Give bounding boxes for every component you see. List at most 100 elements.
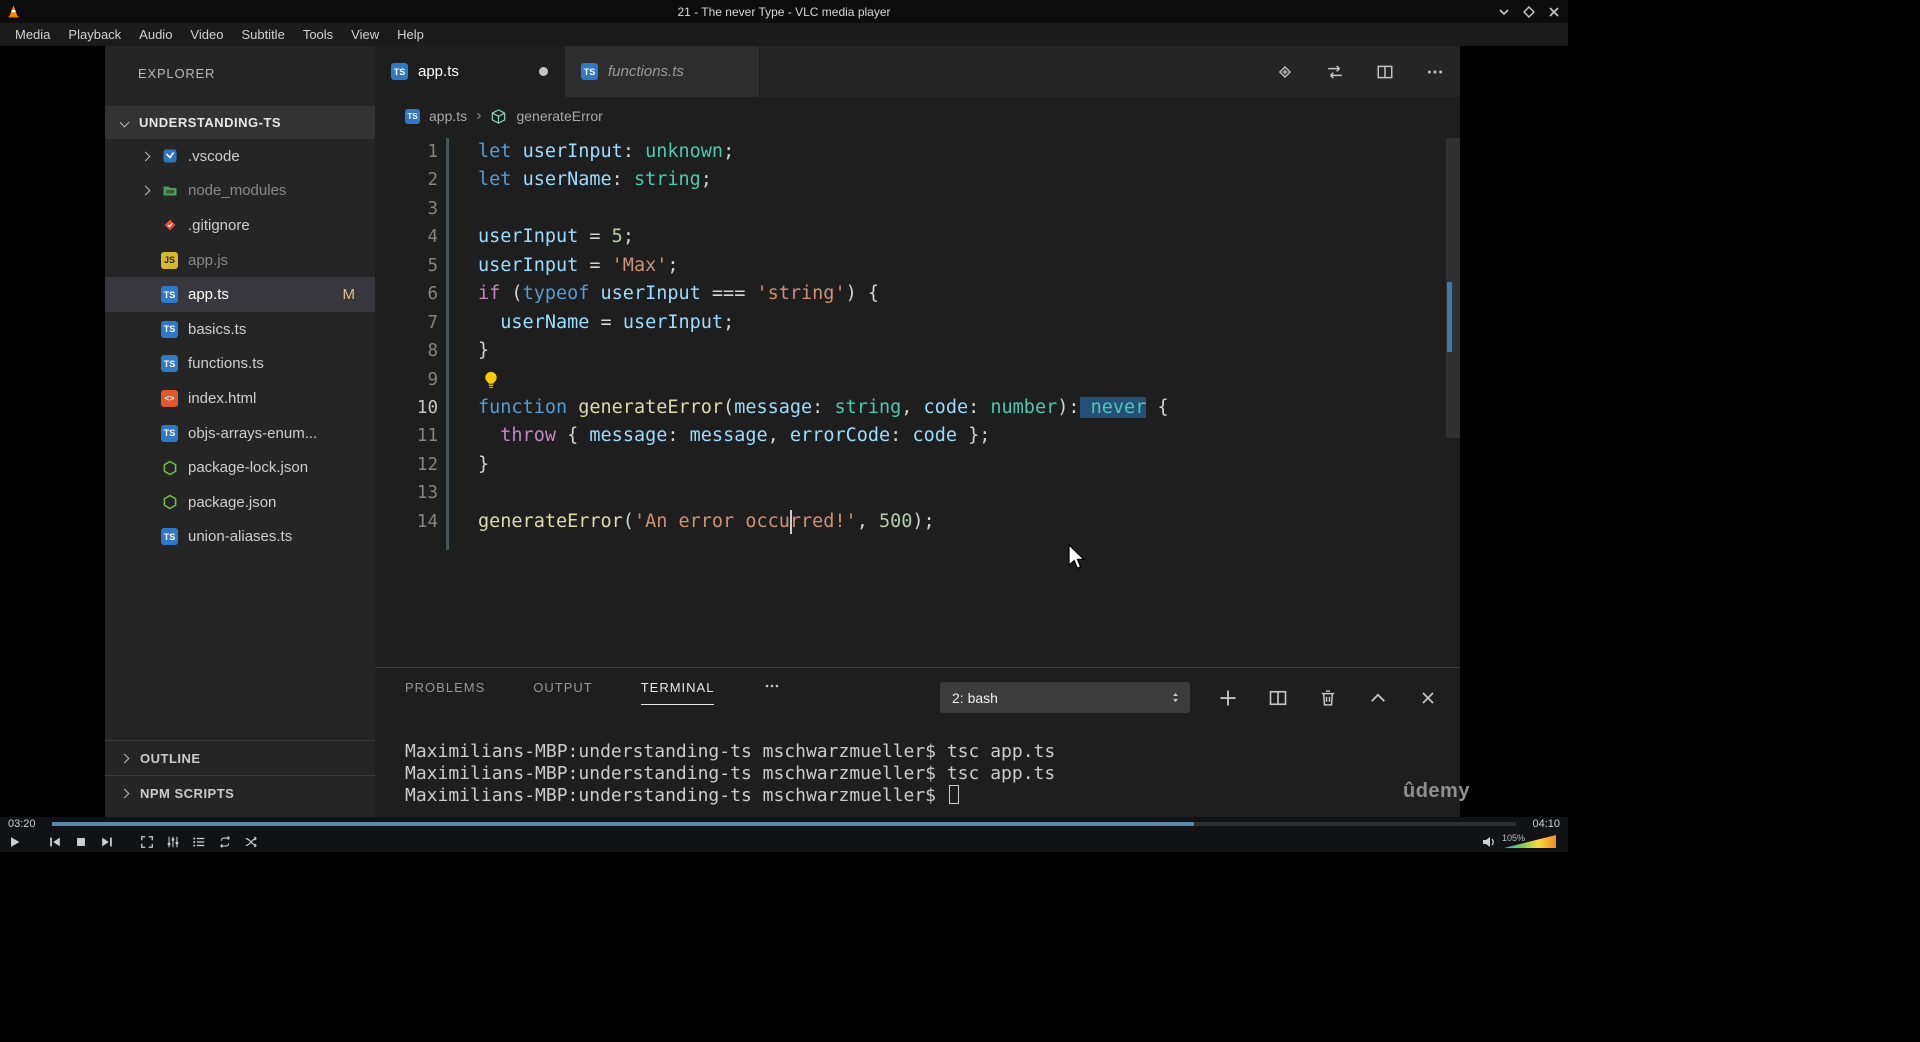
- vlc-controls: 105%: [0, 831, 1568, 852]
- panel-tab-output[interactable]: OUTPUT: [533, 680, 592, 704]
- editor-tab-app.ts[interactable]: TS app.ts: [375, 46, 565, 97]
- file-.vscode[interactable]: .vscode: [105, 139, 375, 174]
- split-editor-icon[interactable]: [1376, 63, 1394, 81]
- code-line-9[interactable]: 9: [375, 366, 1446, 394]
- kill-terminal-icon[interactable]: [1318, 688, 1338, 708]
- code-line-6[interactable]: 6 if (typeof userInput === 'string') {: [375, 280, 1446, 308]
- file-app.js[interactable]: JS app.js: [105, 243, 375, 278]
- video-area[interactable]: EXPLORER UNDERSTANDING-TS .vscode node_mo…: [0, 46, 1568, 817]
- compare-icon[interactable]: [1326, 63, 1344, 81]
- file-index.html[interactable]: <> index.html: [105, 381, 375, 416]
- sidebar-sections: OUTLINE NPM SCRIPTS: [105, 740, 375, 810]
- code-line-7[interactable]: 7 userName = userInput;: [375, 309, 1446, 337]
- loop-button[interactable]: [214, 832, 236, 851]
- code-line-10[interactable]: 10 function generateError(message: string…: [375, 394, 1446, 422]
- maximize-panel-icon[interactable]: [1368, 688, 1388, 708]
- open-changes-icon[interactable]: [1276, 63, 1294, 81]
- fullscreen-button[interactable]: [136, 832, 158, 851]
- play-button[interactable]: [4, 832, 26, 851]
- lightbulb-icon[interactable]: [481, 370, 501, 390]
- udemy-watermark: ûdemy: [1403, 780, 1470, 802]
- breadcrumb-symbol[interactable]: generateError: [516, 108, 602, 124]
- more-actions-icon[interactable]: [1426, 63, 1444, 81]
- panel-tab-problems[interactable]: PROBLEMS: [405, 680, 485, 704]
- node-file-icon: [161, 494, 178, 511]
- editor-tab-functions.ts[interactable]: TS functions.ts: [565, 46, 760, 97]
- unsaved-dot-icon[interactable]: [539, 67, 548, 76]
- previous-button[interactable]: [44, 832, 66, 851]
- random-button[interactable]: [240, 832, 262, 851]
- code-text: generateError('An error occurred!', 500)…: [478, 510, 935, 532]
- menu-video[interactable]: Video: [181, 23, 232, 46]
- file-node-modules[interactable]: node_modules: [105, 174, 375, 209]
- playlist-button[interactable]: [188, 832, 210, 851]
- menu-view[interactable]: View: [342, 23, 388, 46]
- code-line-11[interactable]: 11 throw { message: message, errorCode: …: [375, 422, 1446, 450]
- next-button[interactable]: [96, 832, 118, 851]
- stop-button[interactable]: [70, 832, 92, 851]
- select-arrows-icon: [1169, 690, 1182, 705]
- code-line-8[interactable]: 8}: [375, 337, 1446, 365]
- menu-playback[interactable]: Playback: [59, 23, 130, 46]
- menu-media[interactable]: Media: [6, 23, 59, 46]
- panel-actions: [1218, 682, 1438, 713]
- file-label: app.js: [188, 251, 229, 269]
- menu-subtitle[interactable]: Subtitle: [232, 23, 293, 46]
- sidebar-section-npm-scripts[interactable]: NPM SCRIPTS: [105, 775, 375, 810]
- play-icon: [8, 835, 22, 849]
- terminal-line: Maximilians-MBP:understanding-ts mschwar…: [405, 785, 1055, 807]
- vlc-menubar: Media Playback Audio Video Subtitle Tools View…: [0, 23, 1568, 46]
- file-package.json[interactable]: package.json: [105, 485, 375, 520]
- line-number: 3: [427, 198, 438, 219]
- extended-settings-button[interactable]: [162, 832, 184, 851]
- code-line-14[interactable]: 14 generateError('An error occurred!', 50…: [375, 508, 1446, 536]
- terminal-output[interactable]: Maximilians-MBP:understanding-ts mschwar…: [405, 741, 1055, 807]
- code-editor[interactable]: 1 let userInput: unknown; 2 let userName: s…: [375, 135, 1446, 667]
- close-panel-icon[interactable]: [1418, 688, 1438, 708]
- code-line-13[interactable]: 13: [375, 479, 1446, 507]
- code-line-1[interactable]: 1 let userInput: unknown;: [375, 138, 1446, 166]
- code-line-4[interactable]: 4 userInput = 5;: [375, 223, 1446, 251]
- new-terminal-icon[interactable]: [1218, 688, 1238, 708]
- file-objs-arrays-enum...[interactable]: TS objs-arrays-enum...: [105, 416, 375, 451]
- file-app.ts[interactable]: TS app.ts M: [105, 277, 375, 312]
- split-terminal-icon[interactable]: [1268, 688, 1288, 708]
- root-folder-label: UNDERSTANDING-TS: [139, 115, 282, 130]
- panel-tab-terminal[interactable]: TERMINAL: [640, 680, 715, 705]
- code-text: if (typeof userInput === 'string') {: [478, 283, 880, 305]
- tab-label: app.ts: [418, 63, 459, 80]
- transport-controls: [4, 832, 262, 851]
- menu-tools[interactable]: Tools: [294, 23, 342, 46]
- file-union-aliases.ts[interactable]: TS union-aliases.ts: [105, 520, 375, 555]
- panel-overflow-icon[interactable]: [762, 678, 782, 694]
- menu-help[interactable]: Help: [388, 23, 433, 46]
- line-number: 2: [427, 170, 438, 191]
- code-line-2[interactable]: 2 let userName: string;: [375, 166, 1446, 194]
- breadcrumb-file[interactable]: app.ts: [429, 108, 467, 124]
- ts-file-icon: TS: [161, 320, 178, 338]
- file-package-lock.json[interactable]: package-lock.json: [105, 450, 375, 485]
- terminal-shell-select[interactable]: 2: bash: [940, 682, 1190, 713]
- breadcrumb[interactable]: TS app.ts › generateError: [375, 97, 1460, 135]
- explorer-root-folder[interactable]: UNDERSTANDING-TS: [105, 106, 375, 139]
- minimize-button-icon[interactable]: [1496, 4, 1512, 20]
- file-.gitignore[interactable]: .gitignore: [105, 208, 375, 243]
- maximize-button-icon[interactable]: [1521, 4, 1537, 20]
- js-file-icon: JS: [161, 251, 178, 269]
- sidebar-section-outline[interactable]: OUTLINE: [105, 740, 375, 775]
- speaker-icon[interactable]: [1481, 834, 1497, 850]
- code-line-12[interactable]: 12}: [375, 451, 1446, 479]
- file-label: .vscode: [188, 147, 240, 165]
- file-basics.ts[interactable]: TS basics.ts: [105, 312, 375, 347]
- editor-scrollbar[interactable]: [1446, 135, 1460, 667]
- menu-audio[interactable]: Audio: [130, 23, 181, 46]
- line-number: 10: [416, 397, 438, 418]
- close-button-icon[interactable]: [1546, 4, 1562, 20]
- code-text: }: [478, 453, 490, 475]
- git-file-icon: [161, 217, 178, 234]
- code-line-5[interactable]: 5 userInput = 'Max';: [375, 252, 1446, 280]
- file-functions.ts[interactable]: TS functions.ts: [105, 347, 375, 382]
- seek-slider[interactable]: [52, 822, 1516, 826]
- line-number: 13: [416, 483, 438, 504]
- code-line-3[interactable]: 3: [375, 195, 1446, 223]
